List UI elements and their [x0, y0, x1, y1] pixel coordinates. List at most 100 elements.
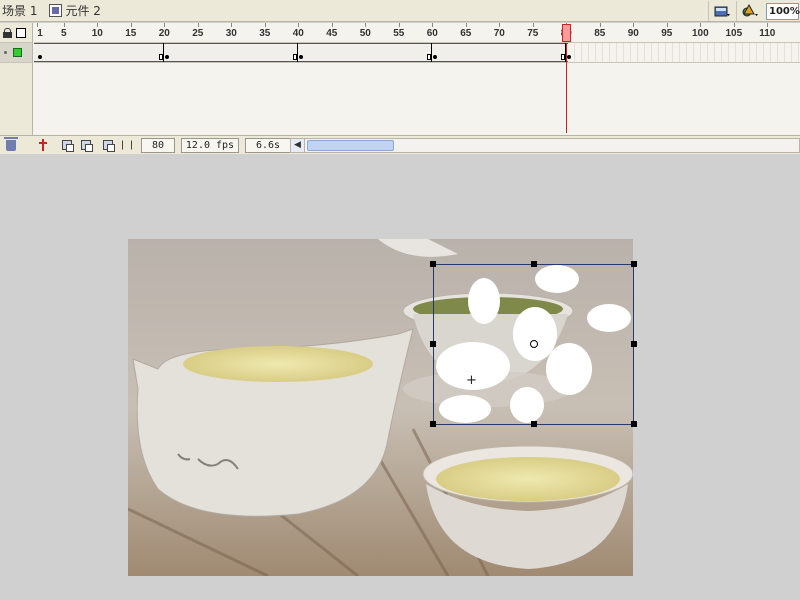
- ruler-label: 105: [725, 28, 743, 39]
- ruler-tick: [164, 23, 166, 27]
- outline-icon[interactable]: [16, 27, 26, 38]
- resize-handle-right[interactable]: [631, 341, 637, 347]
- ruler-tick: [465, 23, 467, 27]
- current-frame-field: 80: [141, 137, 175, 153]
- onion-markers-icon: [122, 140, 132, 150]
- delete-layer-button[interactable]: [3, 136, 19, 153]
- layer-row[interactable]: [0, 43, 32, 63]
- timeline-scrollbar[interactable]: ◀: [290, 138, 800, 153]
- symbol-breadcrumb[interactable]: 元件 2: [47, 0, 101, 22]
- ruler-label: 70: [493, 28, 505, 39]
- ruler-tick: [37, 23, 38, 27]
- scene-icon: [714, 6, 730, 17]
- zoom-field[interactable]: 100%: [766, 2, 800, 20]
- ruler-tick: [365, 23, 367, 27]
- lock-icon[interactable]: [3, 27, 12, 38]
- ruler-label: 85: [594, 28, 606, 39]
- scene-breadcrumb[interactable]: 场景 1: [0, 0, 37, 22]
- playhead[interactable]: [562, 24, 572, 42]
- frame-rate-field[interactable]: 12.0 fps: [181, 137, 239, 153]
- keyframe-divider: [431, 43, 433, 62]
- scrollbar-thumb[interactable]: [307, 140, 394, 151]
- ruler-label: 60: [426, 28, 438, 39]
- edit-multiple-frames-icon: [103, 140, 115, 152]
- ruler-label: 15: [125, 28, 137, 39]
- ruler-tick: [432, 23, 434, 27]
- ruler-label: 20: [158, 28, 170, 39]
- frame-track[interactable]: [34, 43, 800, 63]
- frame-ruler[interactable]: 1510152025303540455055606570758085909510…: [34, 23, 800, 43]
- ruler-label: 50: [359, 28, 371, 39]
- ruler-tick: [264, 23, 266, 27]
- layer-panel: [0, 23, 33, 135]
- ruler-label: 35: [259, 28, 271, 39]
- symbol-icon: [49, 4, 63, 17]
- ruler-tick: [331, 23, 333, 27]
- onion-outlines-icon: [81, 140, 93, 152]
- ruler-tick: [97, 23, 99, 27]
- ruler-tick: [599, 23, 601, 27]
- ruler-label: 75: [527, 28, 539, 39]
- edit-bar: 场景 1 元件 2 100%: [0, 0, 800, 22]
- edit-scene-button[interactable]: [708, 1, 736, 21]
- keyframe-divider: [297, 43, 299, 62]
- ruler-label: 55: [393, 28, 405, 39]
- resize-handle-top-left[interactable]: [430, 261, 436, 267]
- ruler-tick: [398, 23, 400, 27]
- ruler-tick: [499, 23, 501, 27]
- ruler-tick: [63, 23, 65, 27]
- resize-handle-bottom[interactable]: [531, 421, 537, 427]
- ruler-tick: [633, 23, 635, 27]
- modify-onion-markers-button[interactable]: [119, 138, 135, 153]
- visibility-dot[interactable]: [4, 51, 7, 54]
- ruler-tick: [700, 23, 702, 27]
- ruler-tick: [767, 23, 769, 27]
- registration-cross-icon: +: [466, 373, 477, 388]
- symbol-label[interactable]: 元件 2: [65, 2, 100, 19]
- tween-span[interactable]: [34, 43, 568, 62]
- ruler-tick: [197, 23, 199, 27]
- ruler-tick: [733, 23, 735, 27]
- transform-point-icon[interactable]: [530, 340, 538, 348]
- onion-skin-icon: [62, 140, 74, 152]
- symbol-icon: [742, 3, 758, 17]
- scroll-left-arrow-icon[interactable]: ◀: [291, 139, 305, 152]
- scene-label[interactable]: 场景 1: [2, 2, 37, 19]
- ruler-tick: [130, 23, 132, 27]
- ruler-label: 40: [292, 28, 304, 39]
- ruler-tick: [666, 23, 668, 27]
- resize-handle-bottom-right[interactable]: [631, 421, 637, 427]
- timeline-footer: 80 12.0 fps 6.6s ◀: [0, 135, 800, 154]
- ruler-label: 5: [61, 28, 67, 39]
- keyframe-dot[interactable]: [38, 55, 42, 59]
- ruler-label: 30: [225, 28, 237, 39]
- resize-handle-bottom-left[interactable]: [430, 421, 436, 427]
- onion-outlines-button[interactable]: [78, 138, 94, 153]
- edit-multiple-frames-button[interactable]: [100, 138, 116, 153]
- timeline-panel: 1510152025303540455055606570758085909510…: [0, 23, 800, 154]
- elapsed-time-field: 6.6s: [245, 137, 291, 153]
- ruler-label: 100: [691, 28, 709, 39]
- ruler-label: 110: [759, 28, 776, 39]
- edit-symbols-button[interactable]: [736, 1, 764, 21]
- resize-handle-top[interactable]: [531, 261, 537, 267]
- keyframe-divider: [163, 43, 165, 62]
- ruler-label: 95: [661, 28, 673, 39]
- resize-handle-left[interactable]: [430, 341, 436, 347]
- onion-skin-button[interactable]: [59, 138, 75, 153]
- ruler-label: 90: [627, 28, 639, 39]
- ruler-label: 1: [37, 28, 43, 39]
- playhead-line: [566, 43, 568, 133]
- ruler-label: 45: [326, 28, 338, 39]
- empty-frames[interactable]: [568, 43, 800, 62]
- center-frame-icon: [39, 139, 47, 151]
- ruler-label: 10: [91, 28, 103, 39]
- ruler-tick: [231, 23, 233, 27]
- center-frame-button[interactable]: [35, 138, 51, 153]
- ruler-tick: [298, 23, 300, 27]
- ruler-label: 25: [192, 28, 204, 39]
- trash-icon: [4, 136, 18, 151]
- resize-handle-top-right[interactable]: [631, 261, 637, 267]
- layer-outline-color[interactable]: [13, 48, 22, 57]
- layer-header: [0, 23, 32, 43]
